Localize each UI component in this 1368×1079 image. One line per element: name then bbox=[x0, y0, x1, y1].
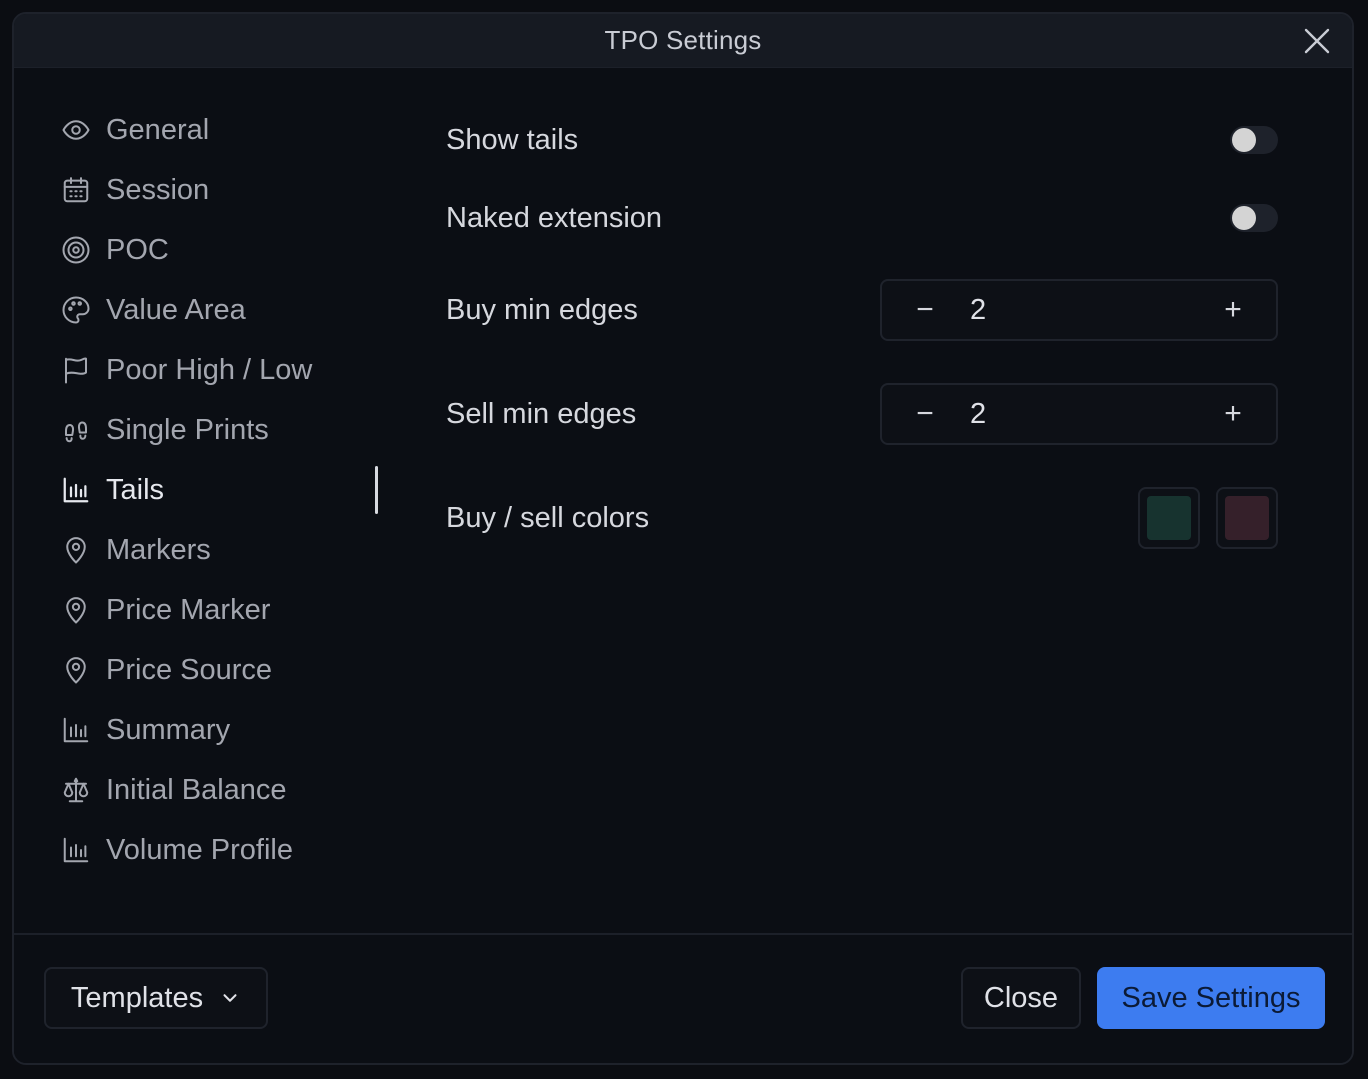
show-tails-row: Show tails bbox=[446, 122, 1278, 158]
buy-color-picker[interactable] bbox=[1138, 487, 1200, 549]
sell-color-swatch bbox=[1225, 496, 1269, 540]
map-pin-icon bbox=[60, 654, 92, 686]
color-swatches bbox=[1138, 487, 1278, 549]
calendar-icon bbox=[60, 174, 92, 206]
sidebar-item-label: Volume Profile bbox=[106, 833, 293, 866]
sell-color-picker[interactable] bbox=[1216, 487, 1278, 549]
close-icon[interactable] bbox=[1302, 26, 1332, 56]
close-button[interactable]: Close bbox=[961, 967, 1081, 1029]
naked-extension-label: Naked extension bbox=[446, 201, 663, 234]
toggle-knob bbox=[1232, 128, 1256, 152]
sell-min-edges-row: Sell min edges − 2 + bbox=[446, 382, 1278, 446]
sidebar-item-label: Value Area bbox=[106, 293, 246, 326]
templates-dropdown[interactable]: Templates bbox=[44, 967, 268, 1029]
sidebar-item-single-prints[interactable]: Single Prints bbox=[60, 400, 380, 460]
sidebar-item-value-area[interactable]: Value Area bbox=[60, 280, 380, 340]
sidebar-item-label: Tails bbox=[106, 473, 165, 506]
bar-chart-icon bbox=[60, 834, 92, 866]
buy-sell-colors-row: Buy / sell colors bbox=[446, 486, 1278, 550]
sidebar-item-label: Session bbox=[106, 173, 210, 206]
eye-icon bbox=[60, 114, 92, 146]
sidebar-item-session[interactable]: Session bbox=[60, 160, 380, 220]
sidebar-item-price-marker[interactable]: Price Marker bbox=[60, 580, 380, 640]
buy-color-swatch bbox=[1147, 496, 1191, 540]
tpo-settings-dialog: TPO Settings General Session POC Value A… bbox=[12, 12, 1354, 1065]
dialog-title: TPO Settings bbox=[604, 25, 762, 55]
sidebar-item-poc[interactable]: POC bbox=[60, 220, 380, 280]
buy-min-edges-label: Buy min edges bbox=[446, 293, 638, 326]
sidebar-item-summary[interactable]: Summary bbox=[60, 700, 380, 760]
bar-chart-icon bbox=[60, 474, 92, 506]
decrement-button[interactable]: − bbox=[882, 281, 968, 339]
dialog-titlebar: TPO Settings bbox=[14, 14, 1352, 68]
sell-min-edges-input[interactable]: 2 bbox=[968, 398, 1190, 431]
buy-min-edges-input[interactable]: 2 bbox=[968, 294, 1190, 327]
sidebar-item-label: Single Prints bbox=[106, 413, 269, 446]
buy-sell-colors-label: Buy / sell colors bbox=[446, 501, 650, 534]
sidebar-item-label: Summary bbox=[106, 713, 231, 746]
sidebar-item-label: General bbox=[106, 113, 210, 146]
buy-min-edges-row: Buy min edges − 2 + bbox=[446, 278, 1278, 342]
chevron-down-icon bbox=[223, 994, 237, 1002]
map-pin-icon bbox=[60, 534, 92, 566]
target-icon bbox=[60, 234, 92, 266]
toggle-knob bbox=[1232, 206, 1256, 230]
increment-button[interactable]: + bbox=[1190, 281, 1276, 339]
show-tails-label: Show tails bbox=[446, 123, 579, 156]
settings-sidebar: General Session POC Value Area Poor High… bbox=[60, 100, 380, 880]
sidebar-item-price-source[interactable]: Price Source bbox=[60, 640, 380, 700]
sidebar-item-label: POC bbox=[106, 233, 169, 266]
buy-min-edges-stepper: − 2 + bbox=[880, 279, 1278, 341]
sidebar-item-poor-high-low[interactable]: Poor High / Low bbox=[60, 340, 380, 400]
palette-icon bbox=[60, 294, 92, 326]
decrement-button[interactable]: − bbox=[882, 385, 968, 443]
sell-min-edges-stepper: − 2 + bbox=[880, 383, 1278, 445]
scale-icon bbox=[60, 774, 92, 806]
footprints-icon bbox=[60, 414, 92, 446]
show-tails-toggle[interactable] bbox=[1230, 126, 1278, 154]
sidebar-item-label: Price Marker bbox=[106, 593, 271, 626]
naked-extension-toggle[interactable] bbox=[1230, 204, 1278, 232]
bar-chart-icon bbox=[60, 714, 92, 746]
active-indicator bbox=[375, 466, 378, 514]
sidebar-item-label: Poor High / Low bbox=[106, 353, 313, 386]
sidebar-item-volume-profile[interactable]: Volume Profile bbox=[60, 820, 380, 880]
save-settings-button[interactable]: Save Settings bbox=[1097, 967, 1325, 1029]
naked-extension-row: Naked extension bbox=[446, 200, 1278, 236]
dialog-footer: Templates Close Save Settings bbox=[14, 933, 1352, 1063]
flag-icon bbox=[60, 354, 92, 386]
sidebar-item-label: Price Source bbox=[106, 653, 273, 686]
sidebar-item-general[interactable]: General bbox=[60, 100, 380, 160]
map-pin-icon bbox=[60, 594, 92, 626]
sidebar-item-initial-balance[interactable]: Initial Balance bbox=[60, 760, 380, 820]
sell-min-edges-label: Sell min edges bbox=[446, 397, 637, 430]
sidebar-item-tails[interactable]: Tails bbox=[60, 460, 380, 520]
increment-button[interactable]: + bbox=[1190, 385, 1276, 443]
templates-label: Templates bbox=[70, 981, 204, 1014]
sidebar-item-label: Markers bbox=[106, 533, 211, 566]
sidebar-item-markers[interactable]: Markers bbox=[60, 520, 380, 580]
sidebar-item-label: Initial Balance bbox=[106, 773, 287, 806]
